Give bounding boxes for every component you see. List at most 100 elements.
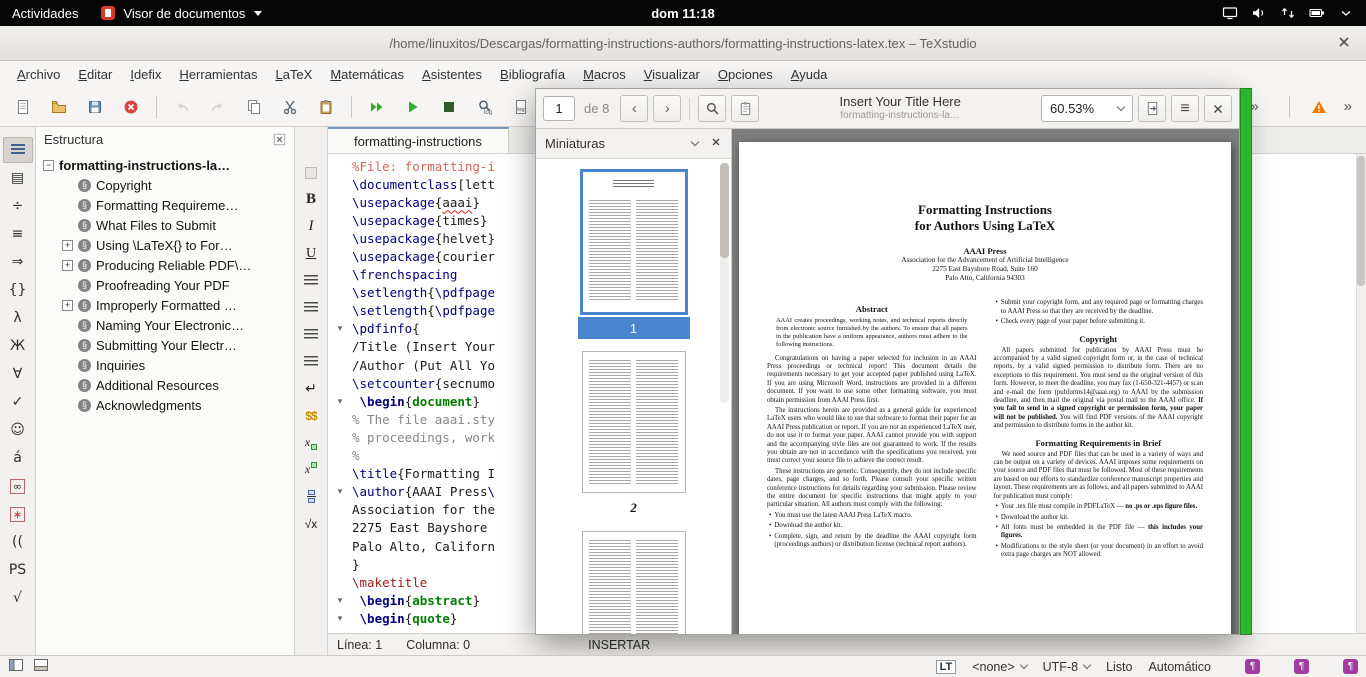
fold-marker-icon[interactable]: ▾ [328,323,352,334]
thumbnails-close-icon[interactable] [710,136,722,151]
editor-tab[interactable]: formatting-instructions [328,127,509,153]
pdf-close-button[interactable] [1204,95,1232,122]
structure-item[interactable]: § Submitting Your Electr… [62,335,294,355]
network-icon[interactable] [1280,5,1296,21]
italic-button[interactable]: I [298,215,324,238]
pdf-menu-button[interactable]: ≡ [1171,95,1199,122]
structure-tab-icon[interactable] [2,137,33,163]
thumbnail-page-3[interactable] [581,531,686,634]
activities-button[interactable]: Actividades [12,6,78,21]
display-icon[interactable] [1222,5,1238,21]
copy-button[interactable] [239,92,269,122]
structure-item[interactable]: + § Improperly Formatted … [62,295,294,315]
toggle-side-panel-icon[interactable] [8,657,24,676]
sqrt-symbols-icon[interactable]: √ [3,585,33,611]
brackets-symbols-icon[interactable]: (( [3,529,33,555]
structure-root[interactable]: − formatting-instructions-la… [43,155,294,175]
thumbnails-scrollbar[interactable] [720,163,729,403]
close-document-button[interactable] [116,92,146,122]
structure-item[interactable]: § Formatting Requireme… [62,195,294,215]
menu-item-visualizar[interactable]: Visualizar [635,63,709,86]
infinity-symbols-icon[interactable]: ∞ [3,473,33,499]
save-document-button[interactable] [80,92,110,122]
zoom-select[interactable]: 60.53% [1041,95,1133,122]
menu-item-archivo[interactable]: Archivo [8,63,69,86]
spell-language-select[interactable]: <none> [972,660,1028,674]
paste-button[interactable] [311,92,341,122]
structure-item[interactable]: + § Using \LaTeX{} to For… [62,235,294,255]
asterisk-symbols-icon[interactable]: ∗ [3,501,33,527]
clock[interactable]: dom 11:18 [651,6,715,21]
fold-marker-icon[interactable]: ▾ [328,486,352,497]
thumbnails-scrollbar-thumb[interactable] [720,163,729,258]
structure-item[interactable]: § Additional Resources [62,375,294,395]
copy-text-button[interactable] [731,95,760,122]
menu-item-matemticas[interactable]: Matemáticas [321,63,413,86]
accents-symbols-icon[interactable]: á [3,445,33,471]
menu-item-opciones[interactable]: Opciones [709,63,782,86]
cut-button[interactable] [275,92,305,122]
warning-icon[interactable] [1304,92,1334,122]
expand-icon[interactable]: + [62,299,73,311]
misc-symbols-icon[interactable]: ✓ [3,389,33,415]
open-log-button[interactable]: log [506,92,536,122]
redo-button[interactable] [203,92,233,122]
system-tray[interactable] [1222,5,1354,21]
thumbnails-title[interactable]: Miniaturas [545,136,605,151]
structure-item[interactable]: § Proofreading Your PDF [62,275,294,295]
toggle-bottom-panel-icon[interactable] [33,657,49,676]
compile-button[interactable] [398,92,428,122]
undo-button[interactable] [167,92,197,122]
math-mode-button[interactable]: $$ [298,404,324,427]
bold-button[interactable]: B [298,188,324,211]
operators-symbols-icon[interactable]: ÷ [3,193,33,219]
menu-item-bibliografa[interactable]: Bibliografía [491,63,574,86]
align-right-button[interactable] [298,323,324,346]
page-number-input[interactable]: 1 [543,96,575,121]
window-close-icon[interactable] [1336,34,1352,53]
collapse-icon[interactable]: − [43,159,54,171]
cyrillic-symbols-icon[interactable]: Ж [3,333,33,359]
menu-item-asistentes[interactable]: Asistentes [413,63,491,86]
previous-page-button[interactable]: ‹ [620,95,649,122]
sqrt-button[interactable]: √x [298,512,324,535]
encoding-select[interactable]: UTF-8 [1043,660,1092,674]
menu-item-editar[interactable]: Editar [69,63,121,86]
structure-item[interactable]: § Naming Your Electronic… [62,315,294,335]
menu-item-macros[interactable]: Macros [574,63,635,86]
fold-marker-icon[interactable]: ▾ [328,613,352,624]
editor-scrollbar[interactable] [1356,154,1366,633]
insert-mode-indicator[interactable]: INSERTAR [588,638,650,652]
subscript-button[interactable]: x [298,431,324,454]
next-page-button[interactable]: › [653,95,682,122]
relations-symbols-icon[interactable]: ≡ [3,221,33,247]
open-document-button[interactable] [44,92,74,122]
fold-marker-icon[interactable]: ▾ [328,396,352,407]
thumbnail-page-1[interactable] [579,169,688,315]
menu-item-latex[interactable]: LaTeX [266,63,321,86]
app-menu[interactable]: Visor de documentos [100,5,263,21]
thumbnail-page-2[interactable] [581,351,686,493]
newline-button[interactable]: ↵ [298,377,324,400]
structure-item[interactable]: § Copyright [62,175,294,195]
fold-marker-icon[interactable]: ▾ [328,595,352,606]
stop-process-button[interactable] [434,92,464,122]
greek-symbols-icon[interactable]: λ [3,305,33,331]
menu-item-idefix[interactable]: Idefix [121,63,170,86]
pdf-page-view[interactable]: Formatting Instructions for Authors Usin… [732,129,1239,634]
fit-page-button[interactable] [1138,95,1166,122]
menu-item-herramientas[interactable]: Herramientas [170,63,266,86]
expand-icon[interactable]: + [62,259,73,271]
purple-marker-icon-2[interactable]: ¶ [1294,659,1309,674]
fraction-button[interactable] [298,485,324,508]
bookmarks-tab-icon[interactable]: ▤ [3,165,33,191]
view-log-button[interactable]: log [470,92,500,122]
new-document-button[interactable] [8,92,38,122]
chevron-down-icon[interactable] [690,137,700,147]
structure-item[interactable]: § Inquiries [62,355,294,375]
arrows-symbols-icon[interactable]: ⇒ [3,249,33,275]
battery-icon[interactable] [1309,5,1325,21]
languagetool-badge[interactable]: LT [935,659,957,674]
editor-scrollbar-thumb[interactable] [1357,156,1365,286]
search-button[interactable] [698,95,727,122]
